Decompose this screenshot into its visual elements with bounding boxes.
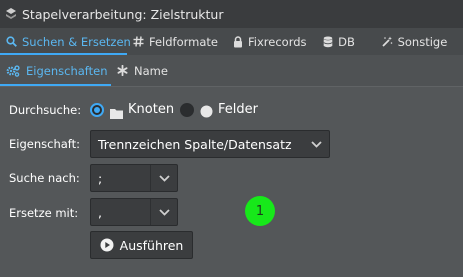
sub-tabs: Eigenschaften Name	[0, 55, 463, 86]
circle-icon	[200, 103, 213, 122]
chevron-down-icon[interactable]	[150, 199, 177, 225]
tab-label: Suchen & Ersetzen	[22, 34, 131, 49]
app-icon	[6, 8, 16, 20]
chevron-down-icon[interactable]	[303, 131, 329, 157]
tab-name[interactable]: Name	[111, 55, 186, 86]
run-button-label: Ausführen	[119, 237, 184, 253]
chevron-down-icon[interactable]	[150, 165, 177, 191]
ersetze-select[interactable]: ,	[90, 198, 178, 226]
tab-db[interactable]: DB	[317, 28, 375, 55]
eigenschaft-label: Eigenschaft:	[9, 137, 81, 151]
radio-knoten-label[interactable]: Knoten	[128, 102, 174, 117]
window-title: Stapelverarbeitung: Zielstruktur	[22, 6, 224, 22]
divider	[0, 86, 463, 87]
subtab-label: Eigenschaften	[26, 63, 108, 78]
hash-icon	[133, 36, 144, 47]
radio-felder[interactable]	[180, 103, 194, 117]
database-icon	[323, 36, 333, 48]
tab-label: Feldformate	[149, 34, 218, 49]
magic-wand-icon	[381, 36, 393, 47]
eigenschaft-value: Trennzeichen Spalte/Datensatz	[98, 136, 292, 152]
tab-suchen-ersetzen[interactable]: Suchen & Ersetzen	[0, 28, 131, 55]
tab-fixrecords[interactable]: Fixrecords	[227, 28, 317, 55]
radio-felder-label[interactable]: Felder	[218, 102, 258, 117]
asterisk-icon	[117, 65, 128, 76]
title-bar: Stapelverarbeitung: Zielstruktur	[0, 0, 463, 28]
tab-eigenschaften[interactable]: Eigenschaften	[0, 55, 111, 86]
run-button[interactable]: Ausführen	[90, 231, 193, 259]
suche-select[interactable]: ;	[90, 164, 178, 192]
suche-label: Suche nach:	[9, 171, 80, 185]
tab-feldformate[interactable]: Feldformate	[127, 28, 227, 55]
eigenschaft-select[interactable]: Trennzeichen Spalte/Datensatz	[90, 130, 330, 158]
lock-icon	[233, 35, 243, 48]
suche-value: ;	[98, 170, 103, 186]
ersetze-value: ,	[98, 204, 102, 220]
gears-icon	[6, 64, 20, 77]
search-icon	[6, 36, 17, 47]
subtab-label: Name	[134, 63, 168, 78]
annotation-badge: 1	[245, 196, 275, 226]
tab-sonstige[interactable]: Sonstige	[376, 28, 463, 55]
tab-label: DB	[338, 34, 355, 49]
main-tabs: Suchen & Ersetzen Feldformate Fixrecords…	[0, 28, 463, 55]
radio-knoten[interactable]	[90, 103, 104, 117]
tab-label: Fixrecords	[248, 34, 307, 49]
play-circle-icon	[100, 238, 114, 252]
ersetze-label: Ersetze mit:	[9, 206, 79, 220]
folder-icon	[110, 104, 123, 123]
durchsuche-label: Durchsuche:	[9, 103, 82, 117]
tab-label: Sonstige	[397, 34, 448, 49]
